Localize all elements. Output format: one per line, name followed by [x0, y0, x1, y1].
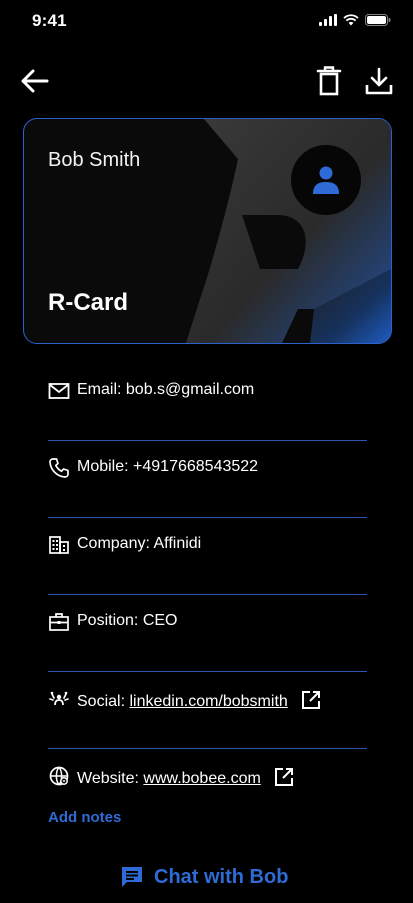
download-button[interactable]: [364, 66, 394, 96]
card-holder-name: Bob Smith: [48, 149, 141, 171]
delete-button[interactable]: [316, 66, 342, 96]
email-label: Email:: [77, 381, 122, 398]
chat-label: Chat with Bob: [154, 865, 289, 888]
building-icon: [49, 536, 69, 554]
mobile-label: Mobile:: [77, 458, 129, 475]
company-row: Company: Affinidi: [48, 518, 367, 595]
position-row: Position: CEO: [48, 595, 367, 672]
trash-icon: [316, 66, 342, 96]
social-link[interactable]: linkedin.com/bobsmith: [129, 693, 287, 710]
social-label: Social:: [77, 693, 126, 710]
mobile-row: Mobile: +4917668543522: [48, 441, 367, 518]
social-row: Social: linkedin.com/bobsmith: [48, 672, 367, 749]
chat-button[interactable]: Chat with Bob: [120, 862, 288, 892]
signal-icon: [319, 14, 337, 26]
external-link-icon[interactable]: [300, 689, 322, 711]
download-icon: [365, 67, 393, 95]
card-title: R-Card: [48, 289, 129, 316]
top-bar: [0, 60, 413, 104]
status-time: 9:41: [32, 11, 67, 30]
person-icon: [313, 166, 339, 194]
mobile-value: +4917668543522: [133, 458, 259, 475]
globe-icon: [49, 766, 69, 786]
status-icons: [319, 14, 391, 26]
external-link-icon[interactable]: [273, 766, 295, 788]
business-card[interactable]: Bob Smith R-Card: [23, 118, 392, 344]
avatar: [291, 145, 361, 215]
back-arrow-icon: [21, 69, 49, 93]
wifi-icon: [343, 14, 359, 26]
contact-info-list: Email: bob.s@gmail.com Mobile: +49176685…: [48, 364, 367, 825]
battery-icon: [365, 14, 391, 26]
company-value: Affinidi: [153, 535, 202, 552]
phone-icon: [49, 458, 69, 478]
status-bar: 9:41: [0, 0, 413, 44]
website-link[interactable]: www.bobee.com: [143, 770, 260, 787]
add-notes-button[interactable]: Add notes: [48, 809, 121, 826]
mail-icon: [48, 383, 70, 399]
website-label: Website:: [77, 770, 139, 787]
back-button[interactable]: [20, 68, 50, 94]
position-value: CEO: [142, 612, 178, 629]
email-value: bob.s@gmail.com: [125, 381, 255, 398]
chat-icon: [122, 867, 142, 887]
email-row: Email: bob.s@gmail.com: [48, 364, 367, 441]
company-label: Company:: [77, 535, 150, 552]
social-icon: [49, 691, 69, 706]
position-label: Position:: [77, 612, 139, 629]
briefcase-icon: [49, 613, 69, 631]
